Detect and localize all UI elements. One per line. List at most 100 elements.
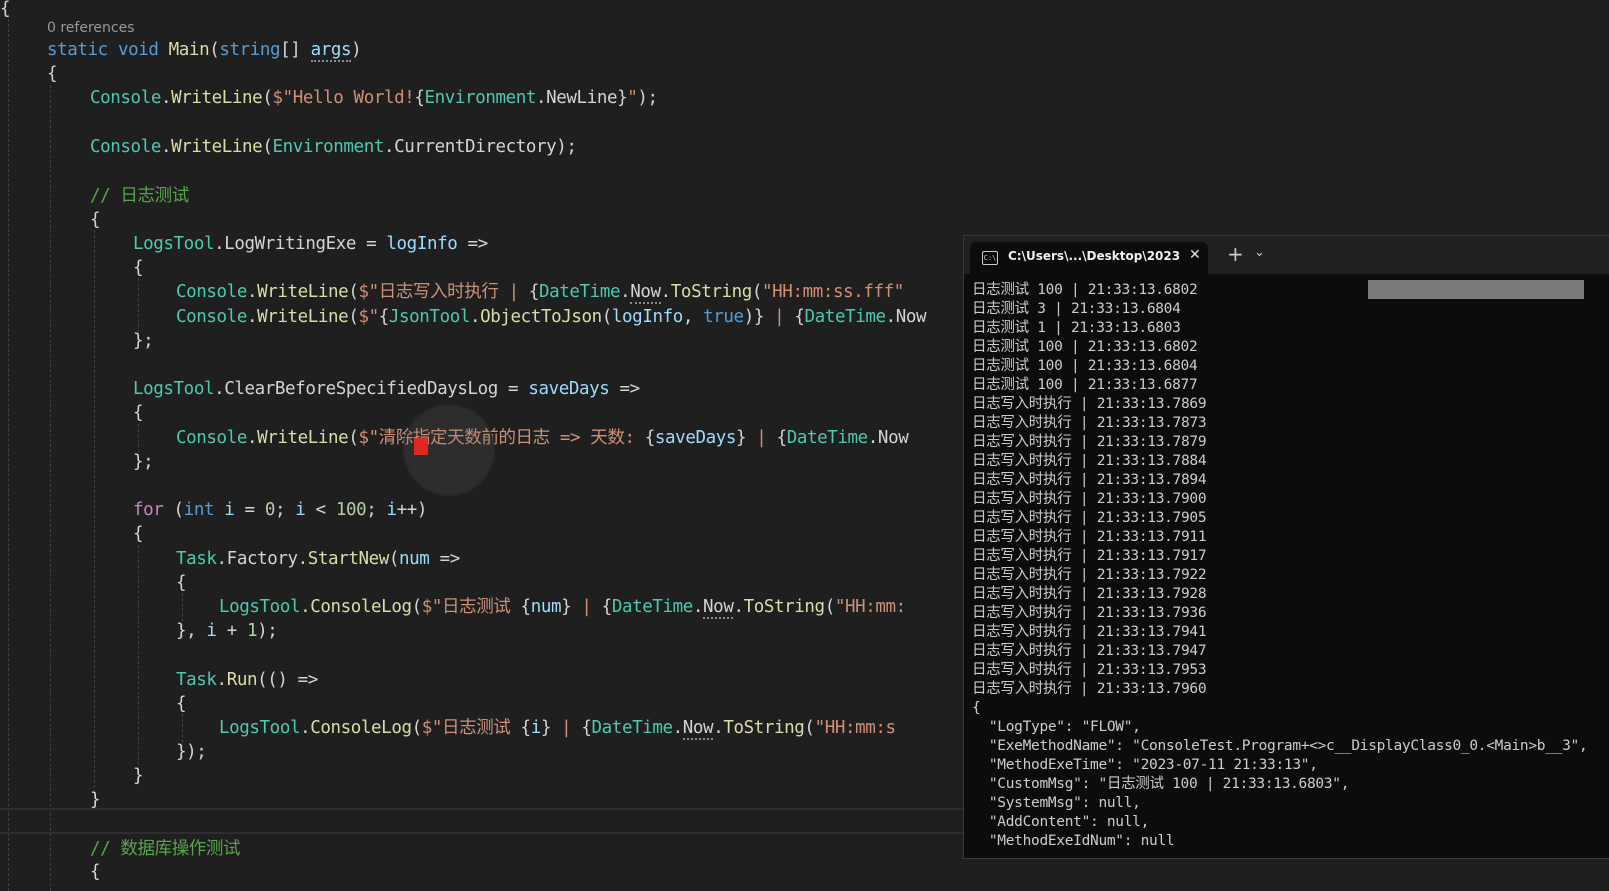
terminal-line: 日志测试 1 | 21:33:13.6803	[972, 320, 1181, 336]
code-token: |	[571, 597, 602, 617]
code-token: ToString	[670, 282, 752, 302]
code-line: {	[133, 401, 144, 425]
code-token: );	[637, 88, 658, 108]
code-token: ConsoleLog	[310, 597, 412, 617]
code-token: .	[246, 282, 258, 302]
code-token: logInfo	[386, 234, 458, 254]
terminal-line: "LogType": "FLOW",	[972, 719, 1141, 735]
code-token: true	[703, 307, 744, 327]
code-token: WriteLine	[257, 282, 349, 302]
code-token: .ClearBeforeSpecifiedDaysLog =	[214, 379, 529, 399]
code-token: logInfo	[611, 307, 683, 327]
code-token: i	[224, 500, 235, 520]
code-token: (	[163, 500, 185, 520]
terminal-line: 日志写入时执行 | 21:33:13.7873	[972, 415, 1207, 431]
code-token: },	[176, 621, 207, 641]
terminal-tab-bar: C:\ C:\Users\...\Desktop\2023 ✕ + ⌄	[964, 236, 1609, 274]
code-token: WriteLine	[257, 428, 349, 448]
code-token: LogsTool	[219, 597, 301, 617]
code-line: {	[0, 0, 11, 21]
terminal-line: 日志写入时执行 | 21:33:13.7869	[972, 396, 1207, 412]
code-token: |	[550, 718, 582, 738]
code-token: "HH:mm:ss.fff"	[762, 282, 904, 302]
indent-guide	[8, 14, 9, 891]
code-token: {	[601, 597, 613, 617]
code-token: ToString	[743, 597, 825, 617]
code-token: StartNew	[307, 549, 389, 569]
code-token: LogsTool	[133, 379, 215, 399]
terminal-line: 日志写入时执行 | 21:33:13.7960	[972, 681, 1207, 697]
code-token: Console	[176, 307, 247, 327]
code-token: .	[160, 88, 172, 108]
code-token: });	[176, 742, 207, 762]
code-line: LogsTool.LogWritingExe = logInfo =>	[133, 232, 488, 256]
code-line: {	[176, 692, 187, 716]
code-token: {	[0, 0, 11, 19]
indent-guide	[50, 85, 51, 891]
code-line: };	[133, 450, 154, 474]
code-token: |	[763, 307, 795, 327]
code-token: int	[183, 500, 215, 520]
terminal-line: "MethodExeIdNum": null	[972, 833, 1175, 849]
terminal-line: 日志写入时执行 | 21:33:13.7947	[972, 643, 1207, 659]
code-token: $"日志测试	[421, 597, 521, 617]
code-token: WriteLine	[257, 307, 349, 327]
codelens-references[interactable]: 0 references	[47, 20, 135, 36]
code-token: }	[90, 790, 101, 810]
code-token: }	[736, 428, 747, 448]
code-token: .	[469, 307, 481, 327]
code-token: {	[176, 694, 187, 714]
code-token: =>	[429, 549, 461, 569]
code-line: Console.WriteLine($"Hello World!{Environ…	[90, 86, 658, 110]
code-token: for	[133, 500, 164, 520]
close-icon[interactable]: ✕	[1189, 247, 1201, 263]
code-token: {	[133, 403, 144, 423]
terminal-output[interactable]: 日志测试 100 | 21:33:13.6802 日志测试 3 | 21:33:1…	[972, 281, 1588, 851]
code-token: WriteLine	[171, 88, 263, 108]
code-token: {	[133, 258, 144, 278]
code-token: .Factory.	[216, 549, 309, 569]
code-token: (	[411, 597, 423, 617]
code-token: +	[216, 621, 247, 641]
code-token: Task	[176, 670, 217, 690]
code-token: Now	[703, 597, 734, 619]
code-token: .	[713, 718, 724, 738]
code-token: Run	[226, 670, 258, 690]
code-token: string	[219, 40, 281, 60]
code-token: |	[746, 428, 777, 448]
terminal-line: 日志测试 100 | 21:33:13.6802	[972, 282, 1198, 298]
code-token: };	[133, 331, 154, 351]
code-token: {	[520, 718, 532, 738]
code-token: Now	[630, 282, 661, 304]
code-token: .	[672, 718, 684, 738]
code-token: {	[378, 307, 390, 327]
console-icon: C:\	[982, 251, 998, 265]
code-token: Console	[176, 428, 247, 448]
code-token: $"日志测试	[421, 718, 521, 738]
chevron-down-icon[interactable]: ⌄	[1254, 245, 1265, 260]
code-token: {	[133, 524, 144, 544]
code-token: Now	[682, 718, 714, 740]
terminal-line: "AddContent": null,	[972, 814, 1150, 830]
code-token: .LogWritingExe =	[214, 234, 387, 254]
code-token: ,	[682, 307, 704, 327]
code-token: .NewLine}	[536, 88, 628, 108]
terminal-line: 日志写入时执行 | 21:33:13.7928	[972, 586, 1207, 602]
code-token: .	[246, 307, 258, 327]
code-token: )}	[743, 307, 765, 327]
code-token: DateTime	[611, 597, 693, 617]
code-token: );	[257, 621, 278, 641]
code-token: (	[348, 428, 359, 448]
terminal-tab[interactable]: C:\ C:\Users\...\Desktop\2023 ✕	[970, 242, 1208, 274]
terminal-window[interactable]: C:\ C:\Users\...\Desktop\2023 ✕ + ⌄ 日志测试…	[963, 235, 1609, 859]
terminal-line: "SystemMsg": null,	[972, 795, 1141, 811]
code-token: $"	[358, 307, 379, 327]
terminal-line: 日志写入时执行 | 21:33:13.7911	[972, 529, 1207, 545]
code-token: (	[209, 40, 220, 60]
code-line: {	[133, 522, 144, 546]
code-token: "HH:mm:s	[814, 718, 896, 738]
new-tab-button[interactable]: +	[1227, 244, 1244, 264]
terminal-line: 日志写入时执行 | 21:33:13.7917	[972, 548, 1207, 564]
